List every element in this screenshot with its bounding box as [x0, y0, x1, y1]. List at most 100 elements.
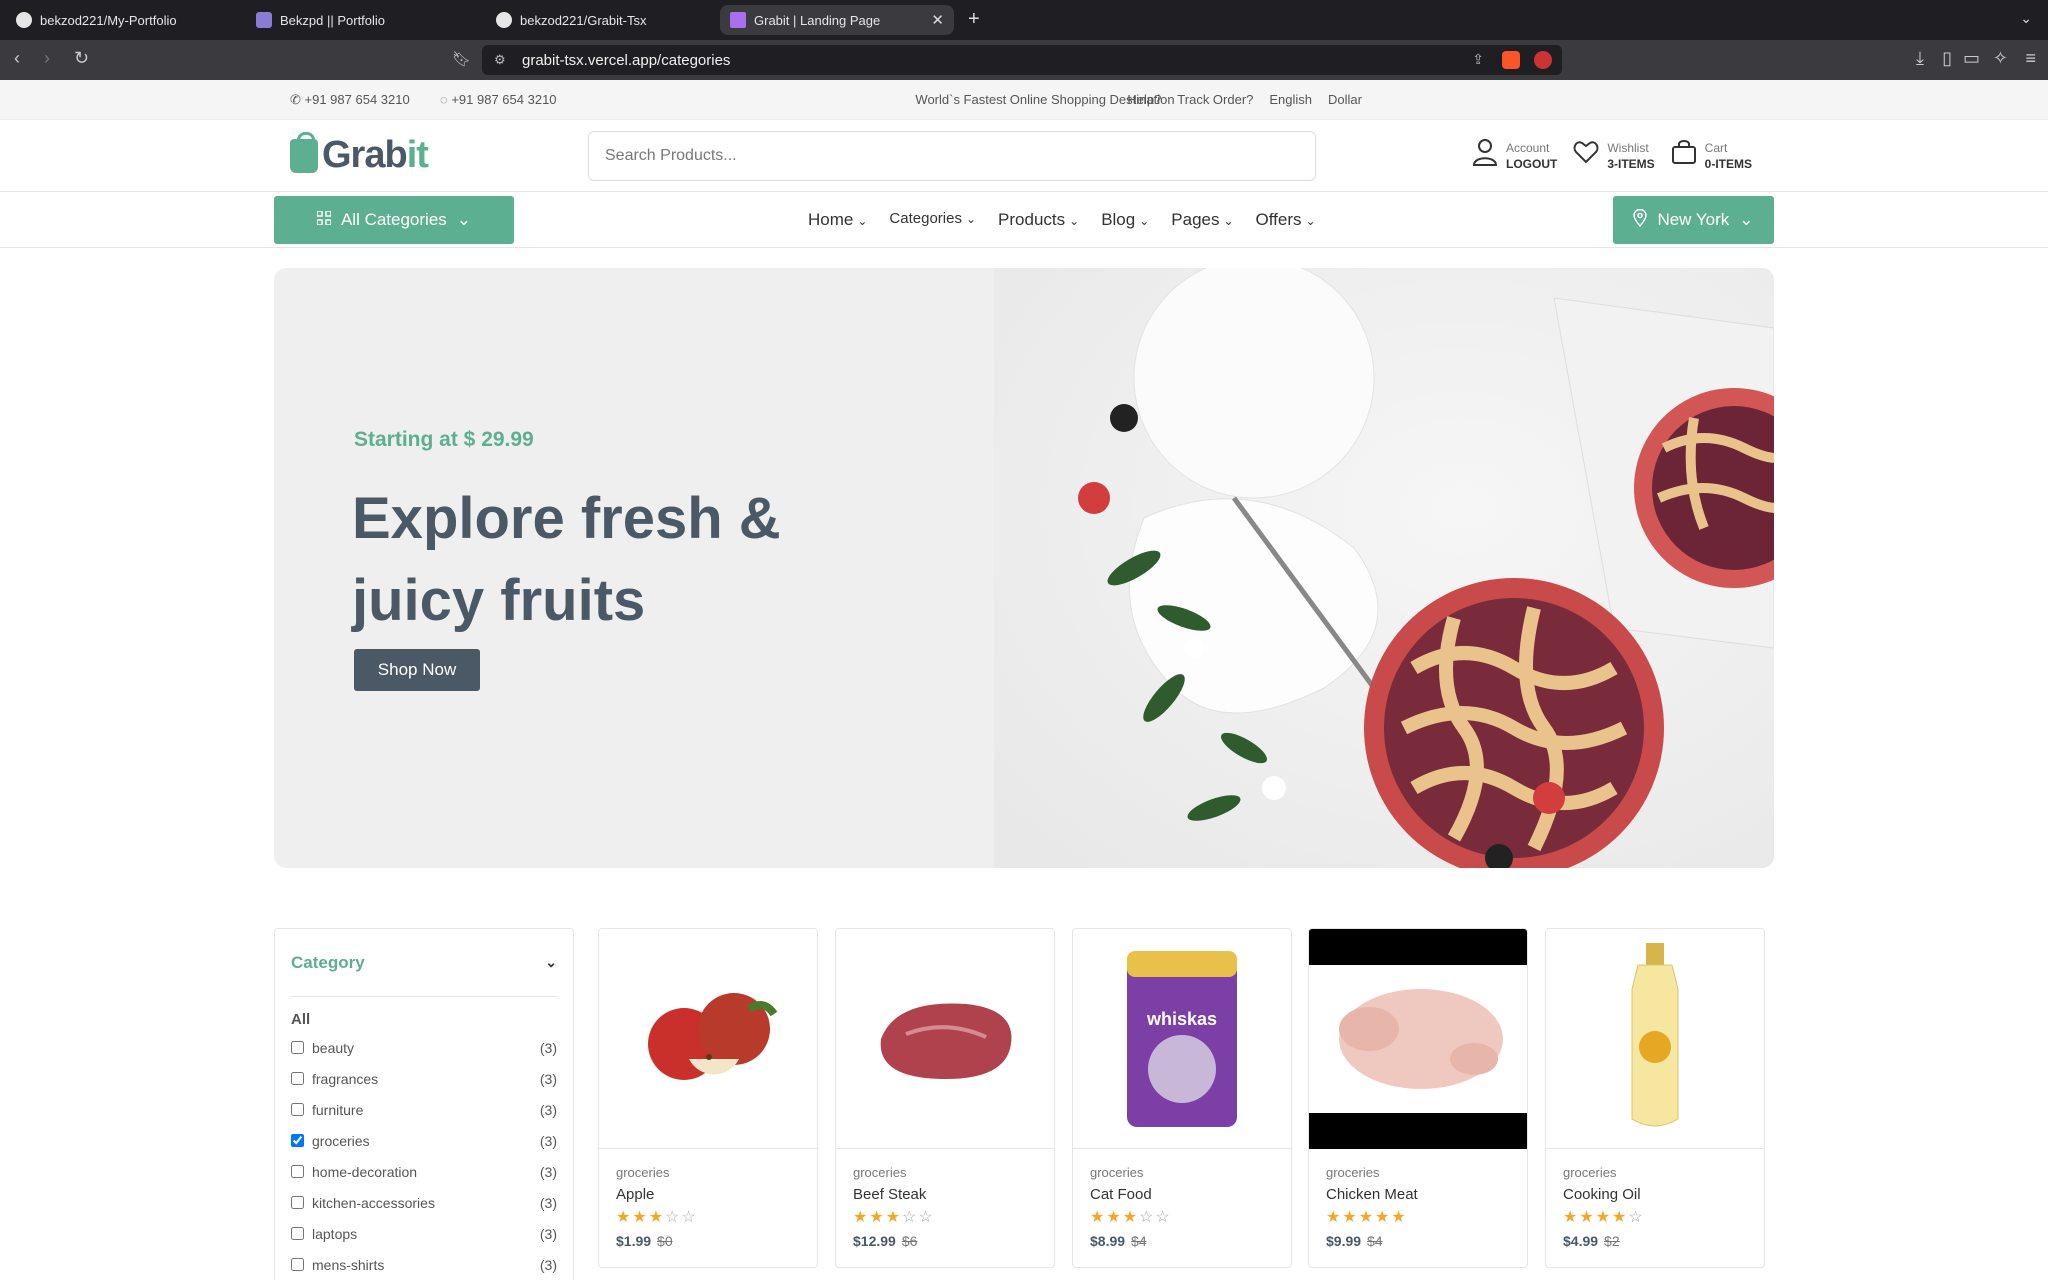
brave-rewards-icon[interactable]: [1534, 51, 1552, 69]
category-checkbox[interactable]: [291, 1134, 304, 1147]
category-checkbox[interactable]: [291, 1103, 304, 1116]
chevron-down-icon: ⌄: [965, 212, 977, 226]
browser-tab[interactable]: bekzod221/Grabit-Tsx: [486, 5, 716, 35]
product-name[interactable]: Cat Food: [1090, 1186, 1274, 1203]
category-row[interactable]: fragrances (3): [291, 1063, 557, 1094]
category-filter-header[interactable]: Category ⌄: [291, 929, 557, 997]
search-input[interactable]: [588, 131, 1316, 181]
tab-title: bekzod221/Grabit-Tsx: [520, 12, 647, 28]
category-label: beauty: [312, 1039, 355, 1056]
leo-icon[interactable]: ✧: [1993, 48, 2008, 69]
product-image[interactable]: [1309, 929, 1527, 1149]
browser-tab-active[interactable]: Grabit | Landing Page ✕: [720, 5, 954, 35]
category-row[interactable]: beauty (3): [291, 1032, 557, 1063]
browser-tab-bar: bekzod221/My-Portfolio Bekzpd || Portfol…: [0, 0, 2048, 40]
shopping-bag-icon: [1669, 139, 1699, 172]
location-select[interactable]: New York ⌄: [1613, 196, 1774, 244]
wishlist-link[interactable]: Wishlist 3-ITEMS: [1571, 138, 1655, 173]
tab-list-chevron-icon[interactable]: ⌄: [2020, 10, 2032, 27]
track-order-link[interactable]: Track Order?: [1177, 92, 1253, 107]
chevron-down-icon: ⌄: [456, 210, 472, 229]
close-tab-icon[interactable]: ✕: [931, 11, 944, 29]
category-checkbox[interactable]: [291, 1165, 304, 1178]
product-card[interactable]: groceries Chicken Meat ★★★★★ $9.99 $4: [1308, 928, 1528, 1268]
chevron-down-icon: ⌄: [1305, 214, 1316, 228]
header-actions: Account LOGOUT Wishlist 3-ITEMS Cart 0-ITEM…: [1470, 138, 1752, 173]
category-checkbox[interactable]: [291, 1041, 304, 1054]
cart-link[interactable]: Cart 0-ITEMS: [1669, 138, 1752, 173]
chevron-down-icon: ⌄: [1223, 214, 1234, 228]
nav-blog[interactable]: Blog ⌄: [1101, 210, 1149, 230]
new-tab-icon[interactable]: +: [968, 8, 980, 31]
forward-icon[interactable]: ›: [44, 48, 50, 69]
hero-subtitle: Starting at $ 29.99: [354, 428, 534, 451]
tab-title: bekzod221/My-Portfolio: [40, 12, 177, 28]
category-row[interactable]: home-decoration (3): [291, 1156, 557, 1187]
wallet-icon[interactable]: ▭: [1963, 48, 1980, 69]
category-checkbox[interactable]: [291, 1258, 304, 1271]
product-name[interactable]: Chicken Meat: [1326, 1186, 1510, 1203]
category-checkbox[interactable]: [291, 1072, 304, 1085]
product-image[interactable]: whiskas: [1073, 929, 1291, 1149]
category-row[interactable]: kitchen-accessories (3): [291, 1187, 557, 1218]
category-row[interactable]: laptops (3): [291, 1218, 557, 1249]
address-bar[interactable]: ⚙︎ grabit-tsx.vercel.app/categories ⇪: [482, 45, 1562, 75]
category-all[interactable]: All: [291, 1011, 557, 1028]
category-row[interactable]: furniture (3): [291, 1094, 557, 1125]
category-row[interactable]: groceries (3): [291, 1125, 557, 1156]
shop-now-button[interactable]: Shop Now: [354, 649, 480, 691]
site-settings-icon[interactable]: ⚙︎: [494, 52, 506, 68]
nav-products[interactable]: Products ⌄: [998, 210, 1079, 230]
account-link[interactable]: Account LOGOUT: [1470, 138, 1557, 173]
hero-pie-image: [994, 268, 1774, 868]
price-old: $4: [1367, 1233, 1383, 1249]
browser-tab[interactable]: Bekzpd || Portfolio: [246, 5, 486, 35]
help-link[interactable]: Help?: [1127, 92, 1161, 107]
currency-select[interactable]: Dollar: [1328, 92, 1362, 107]
all-categories-button[interactable]: All Categories ⌄: [274, 196, 514, 244]
star-rating-icon: ★★★☆☆: [616, 1209, 698, 1226]
nav-home[interactable]: Home ⌄: [808, 210, 867, 230]
sidebar-icon[interactable]: ▯: [1942, 48, 1952, 69]
nav-pages[interactable]: Pages ⌄: [1171, 210, 1233, 230]
category-count: (3): [539, 1256, 557, 1273]
tab-title: Bekzpd || Portfolio: [280, 12, 386, 28]
product-name[interactable]: Beef Steak: [853, 1186, 1037, 1203]
product-image[interactable]: [599, 929, 817, 1149]
share-icon[interactable]: ⇪: [1472, 51, 1484, 68]
bookmark-icon[interactable]: 🔖︎: [452, 50, 471, 68]
reload-icon[interactable]: ↻: [74, 48, 89, 69]
chevron-down-icon: ⌄: [1739, 210, 1754, 229]
portfolio-icon: [256, 12, 272, 28]
product-card[interactable]: groceries Cooking Oil ★★★★☆ $4.99 $2: [1545, 928, 1765, 1268]
product-name[interactable]: Apple: [616, 1186, 800, 1203]
brave-shields-icon[interactable]: [1502, 51, 1520, 69]
user-icon: [1470, 138, 1500, 173]
category-label: home-decoration: [312, 1163, 418, 1180]
browser-tab[interactable]: bekzod221/My-Portfolio: [6, 5, 246, 35]
download-icon[interactable]: ⤓: [1916, 48, 1924, 69]
star-rating-icon: ★★★☆☆: [853, 1209, 935, 1226]
product-image[interactable]: [1546, 929, 1764, 1149]
product-category: groceries: [1326, 1165, 1380, 1180]
category-checkbox[interactable]: [291, 1227, 304, 1240]
menu-icon[interactable]: ≡: [2025, 48, 2036, 69]
product-name[interactable]: Cooking Oil: [1563, 1186, 1747, 1203]
category-row[interactable]: mens-shirts (3): [291, 1249, 557, 1280]
product-image[interactable]: [836, 929, 1054, 1149]
nav-categories[interactable]: Categories ⌄: [889, 210, 976, 230]
category-checkbox[interactable]: [291, 1196, 304, 1209]
nav-offers[interactable]: Offers ⌄: [1256, 210, 1316, 230]
product-card[interactable]: whiskas groceries Cat Food ★★★☆☆ $8.99 $4: [1072, 928, 1292, 1268]
shopping-bag-logo-icon: [290, 131, 318, 173]
category-label: furniture: [312, 1101, 364, 1118]
language-select[interactable]: English: [1269, 92, 1312, 107]
star-rating-icon: ★★★★☆: [1563, 1209, 1645, 1226]
product-card[interactable]: groceries Beef Steak ★★★☆☆ $12.99 $6: [835, 928, 1055, 1268]
product-category: groceries: [853, 1165, 907, 1180]
location-pin-icon: [1633, 208, 1648, 232]
back-icon[interactable]: ‹: [14, 48, 20, 69]
product-card[interactable]: groceries Apple ★★★☆☆ $1.99 $0: [598, 928, 818, 1268]
logo[interactable]: Grabit: [290, 131, 429, 177]
city-label: New York: [1657, 210, 1730, 229]
